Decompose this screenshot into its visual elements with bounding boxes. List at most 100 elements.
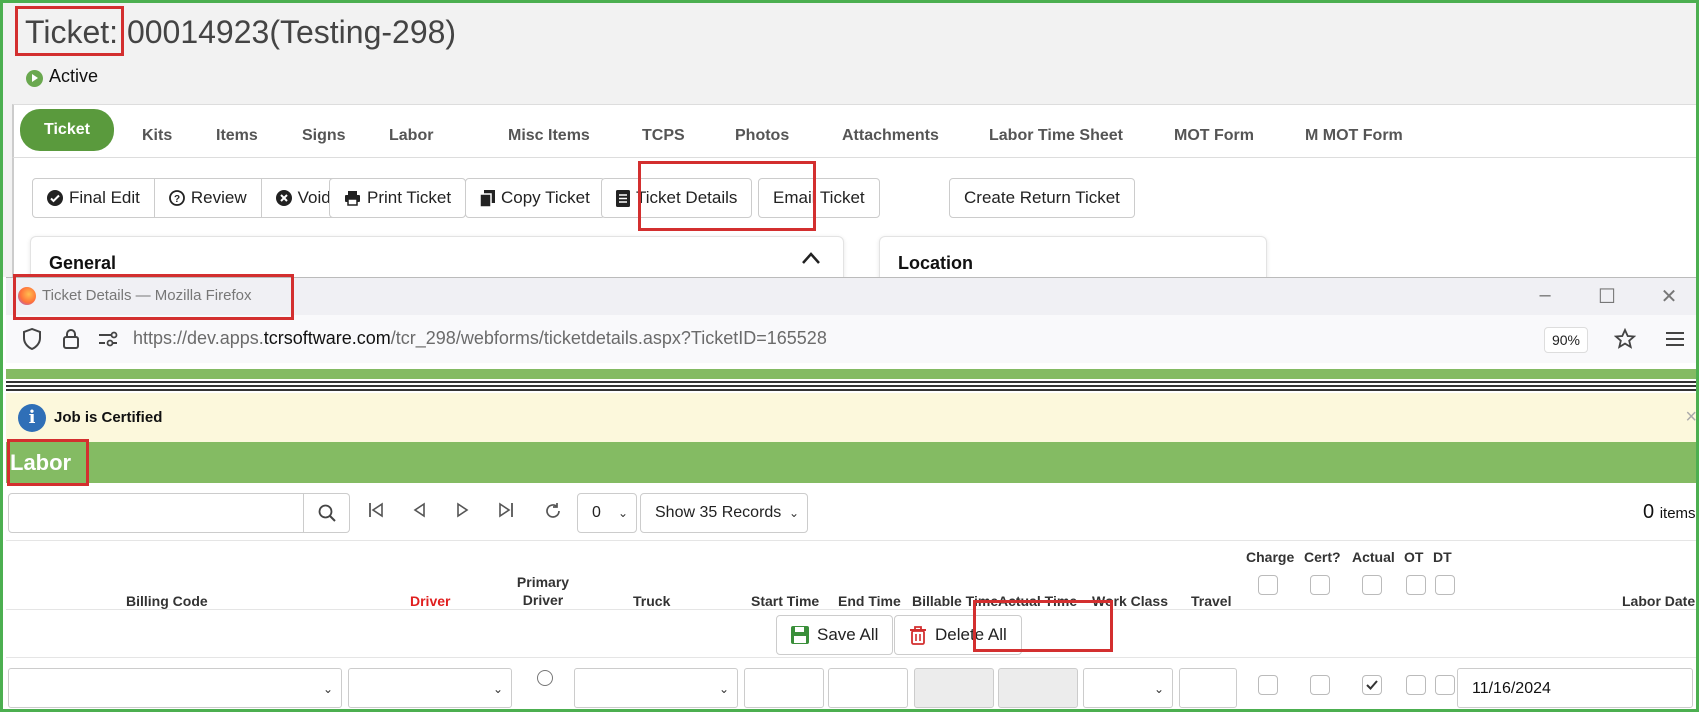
column-cert[interactable]: Cert? xyxy=(1304,549,1341,565)
review-button[interactable]: ? Review xyxy=(153,179,261,217)
column-truck[interactable]: Truck xyxy=(633,593,670,609)
tab-attachments[interactable]: Attachments xyxy=(836,117,945,155)
search-button[interactable] xyxy=(304,493,350,533)
zoom-indicator[interactable]: 90% xyxy=(1544,327,1588,353)
tab-ticket[interactable]: Ticket xyxy=(20,109,114,151)
print-ticket-button[interactable]: Print Ticket xyxy=(329,178,467,218)
ticket-title-number: 00014923(Testing-298) xyxy=(126,14,457,50)
copy-ticket-button[interactable]: Copy Ticket xyxy=(465,178,605,218)
hamburger-menu-icon[interactable] xyxy=(1666,332,1684,346)
delete-all-button[interactable]: Delete All xyxy=(894,615,1022,655)
chevron-up-icon[interactable] xyxy=(801,251,821,265)
billable-time-field xyxy=(914,668,994,708)
star-icon[interactable] xyxy=(1614,328,1636,350)
dt-all-checkbox[interactable] xyxy=(1435,575,1455,595)
column-actual-time[interactable]: Actual Time xyxy=(998,593,1077,609)
tab-signs[interactable]: Signs xyxy=(296,117,352,155)
labor-date-input[interactable]: 11/16/2024 xyxy=(1457,668,1693,708)
chevron-down-icon: ⌄ xyxy=(492,682,503,696)
ot-checkbox[interactable] xyxy=(1406,675,1426,695)
start-time-input[interactable] xyxy=(744,668,824,708)
tab-labor[interactable]: Labor xyxy=(383,117,439,155)
shield-icon[interactable] xyxy=(22,328,42,350)
column-start-time[interactable]: Start Time xyxy=(751,593,819,609)
column-charge[interactable]: Charge xyxy=(1246,549,1294,565)
items-count-label: items xyxy=(1659,505,1696,522)
grid-actions-row: Save All Delete All xyxy=(6,610,1699,657)
url-domain: tcrsoftware.com xyxy=(263,328,391,348)
column-billing-code[interactable]: Billing Code xyxy=(126,593,208,609)
previous-page-icon[interactable] xyxy=(412,502,426,518)
status-indicator: Active xyxy=(26,66,98,87)
column-end-time[interactable]: End Time xyxy=(838,593,901,609)
close-window-icon[interactable]: ✕ xyxy=(1654,284,1684,309)
billing-code-select[interactable]: ⌄ xyxy=(8,668,342,708)
search-input[interactable] xyxy=(8,493,304,533)
ticket-details-label: Ticket Details xyxy=(636,188,738,207)
last-page-icon[interactable] xyxy=(498,502,514,518)
tab-photos[interactable]: Photos xyxy=(729,117,795,155)
driver-select[interactable]: ⌄ xyxy=(348,668,512,708)
tab-mot-form[interactable]: MOT Form xyxy=(1168,117,1260,155)
tab-items[interactable]: Items xyxy=(210,117,264,155)
status-text: Active xyxy=(49,66,99,86)
close-icon[interactable]: × xyxy=(1685,406,1697,429)
dt-checkbox[interactable] xyxy=(1435,675,1455,695)
maximize-icon[interactable]: ☐ xyxy=(1592,284,1622,309)
column-driver[interactable]: Driver xyxy=(410,593,450,609)
ticket-title-prefix: Ticket: xyxy=(25,14,119,50)
refresh-icon[interactable] xyxy=(544,502,562,520)
column-dt[interactable]: DT xyxy=(1433,549,1452,565)
cert-checkbox[interactable] xyxy=(1310,675,1330,695)
actual-checkbox[interactable] xyxy=(1362,675,1382,695)
column-ot[interactable]: OT xyxy=(1404,549,1423,565)
items-count: 0 items xyxy=(1643,501,1696,524)
column-billable-time[interactable]: Billable Time xyxy=(912,593,998,609)
actual-all-checkbox[interactable] xyxy=(1362,575,1382,595)
page-title: Ticket: 00014923(Testing-298) xyxy=(25,14,456,51)
create-return-ticket-button[interactable]: Create Return Ticket xyxy=(949,178,1135,218)
search-icon xyxy=(318,504,336,522)
tab-labor-time-sheet[interactable]: Labor Time Sheet xyxy=(983,117,1129,155)
copy-icon xyxy=(480,189,495,207)
charge-all-checkbox[interactable] xyxy=(1258,575,1278,595)
tab-m-mot-form[interactable]: M MOT Form xyxy=(1299,117,1409,155)
section-title: Labor xyxy=(10,450,72,475)
copy-ticket-label: Copy Ticket xyxy=(501,188,590,207)
window-titlebar: Ticket Details — Mozilla Firefox – ☐ ✕ xyxy=(6,278,1699,315)
work-class-select[interactable]: ⌄ xyxy=(1083,668,1173,708)
final-edit-button[interactable]: Final Edit xyxy=(33,179,154,217)
charge-checkbox[interactable] xyxy=(1258,675,1278,695)
firefox-window: Ticket Details — Mozilla Firefox – ☐ ✕ h… xyxy=(6,277,1699,713)
tab-tcps[interactable]: TCPS xyxy=(636,117,691,155)
records-per-page-select[interactable]: Show 35 Records ⌄ xyxy=(640,493,808,533)
ot-all-checkbox[interactable] xyxy=(1406,575,1426,595)
column-travel[interactable]: Travel xyxy=(1191,593,1231,609)
travel-input[interactable] xyxy=(1179,668,1237,708)
end-time-input[interactable] xyxy=(828,668,908,708)
print-ticket-label: Print Ticket xyxy=(367,188,452,207)
truck-select[interactable]: ⌄ xyxy=(574,668,738,708)
primary-driver-radio[interactable] xyxy=(537,670,553,686)
next-page-icon[interactable] xyxy=(456,502,470,518)
svg-text:?: ? xyxy=(174,194,180,205)
email-ticket-button[interactable]: Email Ticket xyxy=(758,178,880,218)
tab-kits[interactable]: Kits xyxy=(136,117,178,155)
minimize-icon[interactable]: – xyxy=(1530,284,1560,307)
chevron-down-icon: ⌄ xyxy=(788,506,799,520)
column-work-class[interactable]: Work Class xyxy=(1092,593,1168,609)
save-all-button[interactable]: Save All xyxy=(776,615,894,655)
lock-icon[interactable] xyxy=(62,328,80,350)
final-edit-label: Final Edit xyxy=(69,188,140,207)
url-text[interactable]: https://dev.apps.tcrsoftware.com/tcr_298… xyxy=(133,328,827,349)
delete-all-label: Delete All xyxy=(935,625,1007,644)
ticket-details-button[interactable]: Ticket Details xyxy=(601,178,753,218)
cert-all-checkbox[interactable] xyxy=(1310,575,1330,595)
first-page-icon[interactable] xyxy=(368,502,384,518)
column-actual[interactable]: Actual xyxy=(1352,549,1395,565)
column-primary-driver[interactable]: Primary Driver xyxy=(516,574,570,608)
tab-misc-items[interactable]: Misc Items xyxy=(502,117,596,155)
column-labor-date[interactable]: Labor Date xyxy=(1622,593,1695,609)
page-select[interactable]: 0 ⌄ xyxy=(577,493,637,533)
permissions-icon[interactable] xyxy=(98,331,118,347)
